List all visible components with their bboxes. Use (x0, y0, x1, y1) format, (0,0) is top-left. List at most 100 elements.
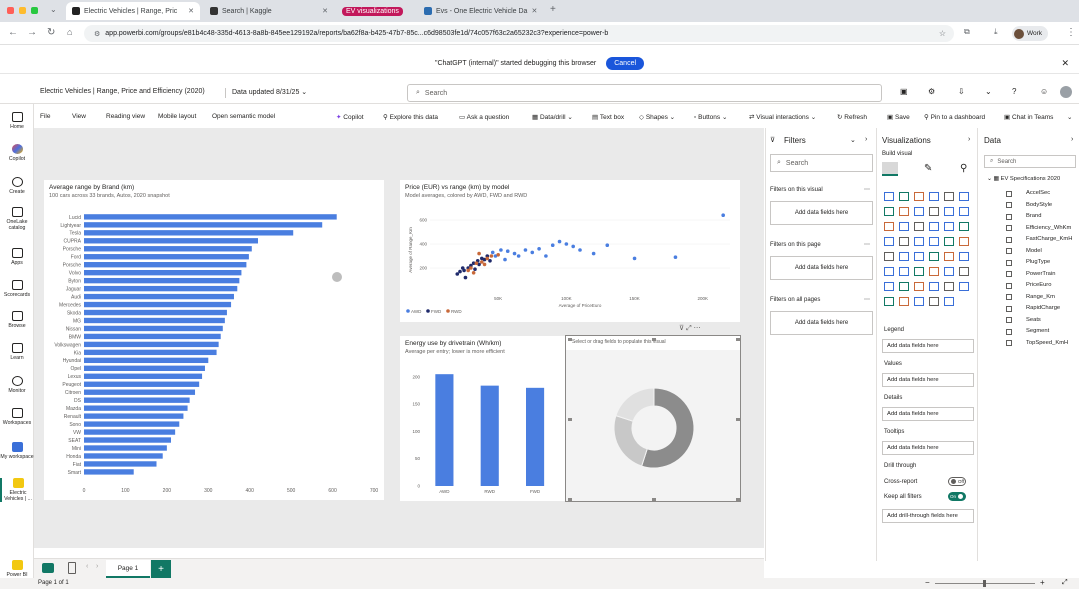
field-checkbox[interactable] (1006, 282, 1012, 289)
visual-type-icon[interactable] (914, 207, 924, 216)
share-icon[interactable]: ? (1012, 87, 1016, 96)
ribbon-ask-question[interactable]: ▭ Ask a question (459, 113, 509, 121)
new-tab-icon[interactable]: + (550, 4, 556, 15)
ribbon-save[interactable]: ▣ Save (887, 113, 910, 121)
zoom-in-icon[interactable]: + (1040, 578, 1045, 587)
ribbon-visual-interactions[interactable]: ⇄ Visual interactions ⌄ (749, 113, 816, 121)
visual-type-icon[interactable] (884, 192, 894, 201)
visual-type-icon[interactable] (944, 207, 954, 216)
ribbon-refresh[interactable]: ↻ Refresh (837, 113, 867, 121)
ribbon-mobile-layout[interactable]: Mobile layout (158, 113, 196, 120)
ribbon-explore-data[interactable]: ⚲ Explore this data (383, 113, 438, 121)
keep-filters-toggle[interactable]: On (948, 492, 966, 501)
menu-kebab-icon[interactable]: ⋮ (1066, 27, 1076, 38)
filters-visual-well[interactable]: Add data fields here (770, 201, 873, 225)
filters-collapse-icon[interactable]: ⌄ (850, 136, 856, 144)
rail-learn[interactable]: Learn (0, 343, 34, 361)
field-checkbox[interactable] (1006, 271, 1012, 277)
visual-type-icon[interactable] (914, 237, 924, 246)
tab-electric-vehicles[interactable]: Electric Vehicles | Range, Pric ✕ (66, 2, 200, 20)
field-checkbox[interactable] (1006, 340, 1012, 346)
ribbon-file[interactable]: File (40, 113, 50, 120)
address-bar[interactable]: ⚙ app.powerbi.com/groups/e81b4c48-335d-4… (84, 25, 954, 42)
tab-kaggle[interactable]: Search | Kaggle ✕ (204, 2, 334, 20)
rail-onelake-catalog[interactable]: OneLake catalog (0, 207, 34, 231)
more-icon[interactable]: ⋯ (864, 186, 870, 193)
rail-create[interactable]: Create (0, 177, 34, 195)
ribbon-chat-teams[interactable]: ▣ Chat in Teams (1004, 113, 1053, 121)
reload-icon[interactable]: ↻ (47, 27, 55, 38)
forward-icon[interactable]: → (27, 27, 37, 38)
visual-type-icon[interactable] (959, 237, 969, 246)
visual-type-icon[interactable] (914, 297, 924, 306)
visual-type-icon[interactable] (914, 267, 924, 276)
visual-type-icon[interactable] (929, 207, 939, 216)
visual-type-icon[interactable] (959, 252, 969, 261)
visual-type-icon[interactable] (959, 222, 969, 231)
field-item[interactable]: BodyStyle (1026, 202, 1052, 208)
filters-expand-icon[interactable]: › (865, 136, 867, 143)
field-item[interactable]: TopSpeed_KmH (1026, 340, 1068, 346)
analytics-tab-icon[interactable]: ⚲ (960, 163, 967, 174)
page-tab-1[interactable]: Page 1 (106, 560, 150, 578)
tab-search-icon[interactable]: ⌄ (50, 5, 57, 14)
scroll-left-icon[interactable]: ‹ (86, 563, 88, 570)
visual-type-icon[interactable] (884, 282, 894, 291)
back-icon[interactable]: ← (8, 27, 18, 38)
visual-type-icon[interactable] (884, 267, 894, 276)
field-checkbox[interactable] (1006, 213, 1012, 220)
notifications-icon[interactable]: ▣ (900, 87, 908, 96)
filters-all-well[interactable]: Add data fields here (770, 311, 873, 335)
field-item[interactable]: Brand (1026, 213, 1041, 219)
rail-powerbi[interactable]: Power BI (0, 560, 34, 578)
build-visual-tab-icon[interactable] (882, 162, 898, 176)
account-avatar[interactable] (1060, 86, 1072, 98)
field-checkbox[interactable] (1006, 202, 1012, 208)
visual-type-icon[interactable] (884, 297, 894, 306)
filters-search-input[interactable]: ⌕ Search (770, 154, 873, 172)
mobile-view-icon[interactable] (68, 562, 76, 574)
add-page-button[interactable]: + (151, 560, 171, 578)
tooltips-well[interactable]: Add data fields here (882, 441, 974, 455)
rail-browse[interactable]: Browse (0, 311, 34, 329)
visual-type-icon[interactable] (944, 222, 954, 231)
visual-type-icon[interactable] (944, 192, 954, 201)
viz-expand-icon[interactable]: › (968, 136, 970, 143)
field-checkbox[interactable] (1006, 225, 1012, 231)
tab-ev-visualizations[interactable]: EV visualizations (336, 2, 418, 20)
visual-type-icon[interactable] (929, 297, 939, 306)
field-checkbox[interactable] (1006, 294, 1012, 300)
filters-page-well[interactable]: Add data fields here (770, 256, 873, 280)
home-icon[interactable]: ⌂ (67, 27, 72, 37)
data-updated-label[interactable]: Data updated 8/31/25 ⌄ (232, 88, 307, 96)
close-infobar-icon[interactable]: ✕ (1061, 58, 1069, 69)
cancel-debugging-button[interactable]: Cancel (606, 56, 645, 70)
ribbon-shapes[interactable]: ◇ Shapes ⌄ (639, 113, 675, 121)
visual-type-icon[interactable] (899, 207, 909, 216)
ribbon-copilot[interactable]: ✦ Copilot (336, 113, 364, 121)
rail-workspaces[interactable]: Workspaces (0, 408, 34, 426)
rail-copilot[interactable]: Copilot (0, 144, 34, 162)
table-ev-specifications[interactable]: ⌄ ▦ EV Specifications 2020 (987, 176, 1060, 182)
ribbon-view[interactable]: View (72, 113, 86, 120)
close-tab-icon[interactable]: ✕ (322, 7, 328, 15)
visual-header-icons[interactable]: ⊽ ⤢ ⋯ (679, 324, 701, 333)
visual-type-icon[interactable] (884, 252, 894, 261)
close-tab-icon[interactable]: ✕ (188, 7, 194, 15)
field-item[interactable]: PriceEuro (1026, 282, 1051, 288)
field-item[interactable]: PlugType (1026, 259, 1050, 265)
data-search-input[interactable]: ⌕ Search (984, 155, 1076, 168)
visual-type-icon[interactable] (944, 297, 954, 306)
field-checkbox[interactable] (1006, 248, 1012, 254)
visual-type-icon[interactable] (944, 252, 954, 261)
rail-monitor[interactable]: Monitor (0, 376, 34, 394)
settings-icon[interactable]: ⚙ (928, 87, 935, 96)
visual-type-icon[interactable] (959, 282, 969, 291)
visual-type-icon[interactable] (884, 222, 894, 231)
zoom-thumb[interactable] (983, 580, 986, 587)
powerbi-search-input[interactable]: ⌕ Search (407, 84, 882, 102)
field-item[interactable]: FastCharge_KmH (1026, 236, 1072, 242)
visual-type-icon[interactable] (899, 237, 909, 246)
report-title[interactable]: Electric Vehicles | Range, Price and Eff… (40, 88, 205, 95)
download-app-icon[interactable]: ⇩ (958, 87, 965, 96)
